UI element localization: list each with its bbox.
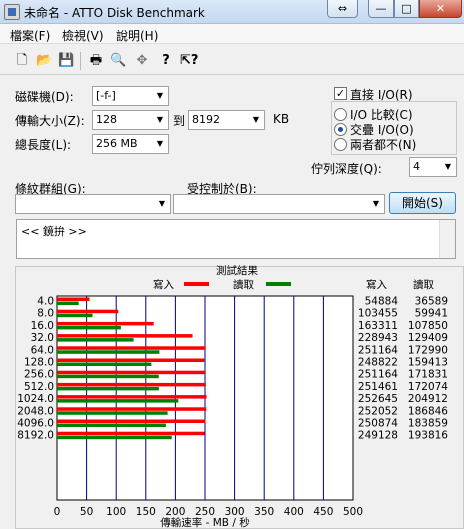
write-column-header: 寫入 <box>366 278 387 291</box>
read-column-header: 讀取 <box>413 278 434 291</box>
legend-write-swatch <box>184 282 209 286</box>
write-value: 252052 <box>358 405 398 417</box>
read-bar <box>57 423 166 427</box>
legend-read-swatch <box>266 282 291 286</box>
write-bar <box>57 407 207 411</box>
category-label: 4.0 <box>37 296 54 308</box>
read-bar <box>57 411 168 415</box>
read-bar <box>57 313 93 318</box>
legend-read-label: 讀取 <box>233 278 254 291</box>
x-axis-label: 傳輸速率 - MB / 秒 <box>160 516 250 529</box>
x-tick-label: 100 <box>106 506 126 518</box>
category-label: 4096.0 <box>17 418 54 430</box>
write-bar <box>57 297 90 301</box>
chart-title: 測試結果 <box>216 264 258 277</box>
write-bar <box>57 370 206 375</box>
read-bar <box>57 435 172 440</box>
x-tick-label: 350 <box>254 506 274 518</box>
write-bar <box>57 346 206 350</box>
write-bar <box>57 334 193 338</box>
category-label: 16.0 <box>31 320 54 332</box>
x-tick-label: 400 <box>284 506 304 518</box>
category-label: 32.0 <box>31 332 54 344</box>
read-bar <box>57 386 159 391</box>
write-bar <box>57 395 207 399</box>
read-bar <box>57 325 121 330</box>
write-value: 54884 <box>365 296 399 308</box>
write-value: 250874 <box>358 418 398 430</box>
write-value: 163311 <box>358 320 398 332</box>
read-value: 183859 <box>408 418 448 430</box>
read-value: 204912 <box>408 393 448 405</box>
write-value: 103455 <box>358 308 398 320</box>
category-label: 128.0 <box>24 357 54 369</box>
write-bar <box>57 431 205 436</box>
write-value: 248822 <box>358 357 398 369</box>
x-tick-label: 50 <box>80 506 93 518</box>
read-bar <box>57 362 152 366</box>
write-bar <box>57 419 206 423</box>
write-value: 228943 <box>358 332 398 344</box>
category-label: 256.0 <box>24 369 54 381</box>
read-bar <box>57 399 179 403</box>
read-bar <box>57 374 159 379</box>
read-value: 129409 <box>408 332 448 344</box>
write-value: 251164 <box>358 369 398 381</box>
category-label: 1024.0 <box>17 393 54 405</box>
write-bar <box>57 309 119 314</box>
write-bar <box>57 358 205 362</box>
results-chart: 0 50 100 150 200 250 300 350 400 450 500測試結果寫入 讀取傳輸… <box>17 264 448 529</box>
write-value: 251461 <box>358 381 398 393</box>
read-value: 193816 <box>408 430 448 442</box>
write-bar <box>57 382 206 387</box>
read-value: 172074 <box>408 381 448 393</box>
write-bar <box>57 321 154 326</box>
legend-write-label: 寫入 <box>153 278 174 291</box>
read-value: 172990 <box>408 344 448 356</box>
category-label: 2048.0 <box>17 405 54 417</box>
read-value: 186846 <box>408 405 448 417</box>
read-value: 159413 <box>408 357 448 369</box>
read-bar <box>57 301 79 305</box>
x-tick-label: 450 <box>313 506 333 518</box>
category-label: 8192.0 <box>17 430 54 442</box>
category-label: 64.0 <box>31 344 54 356</box>
write-value: 252645 <box>358 393 398 405</box>
category-label: 512.0 <box>24 381 54 393</box>
write-value: 251164 <box>358 344 398 356</box>
read-bar <box>57 350 160 354</box>
read-value: 59941 <box>415 308 448 320</box>
read-value: 171831 <box>408 369 448 381</box>
read-bar <box>57 338 134 342</box>
x-tick-label: 0 <box>54 506 61 518</box>
read-value: 36589 <box>415 296 448 308</box>
x-tick-label: 500 <box>343 506 363 518</box>
write-value: 249128 <box>358 430 398 442</box>
x-tick-label: 150 <box>136 506 156 518</box>
read-value: 107850 <box>408 320 448 332</box>
category-label: 8.0 <box>37 308 54 320</box>
